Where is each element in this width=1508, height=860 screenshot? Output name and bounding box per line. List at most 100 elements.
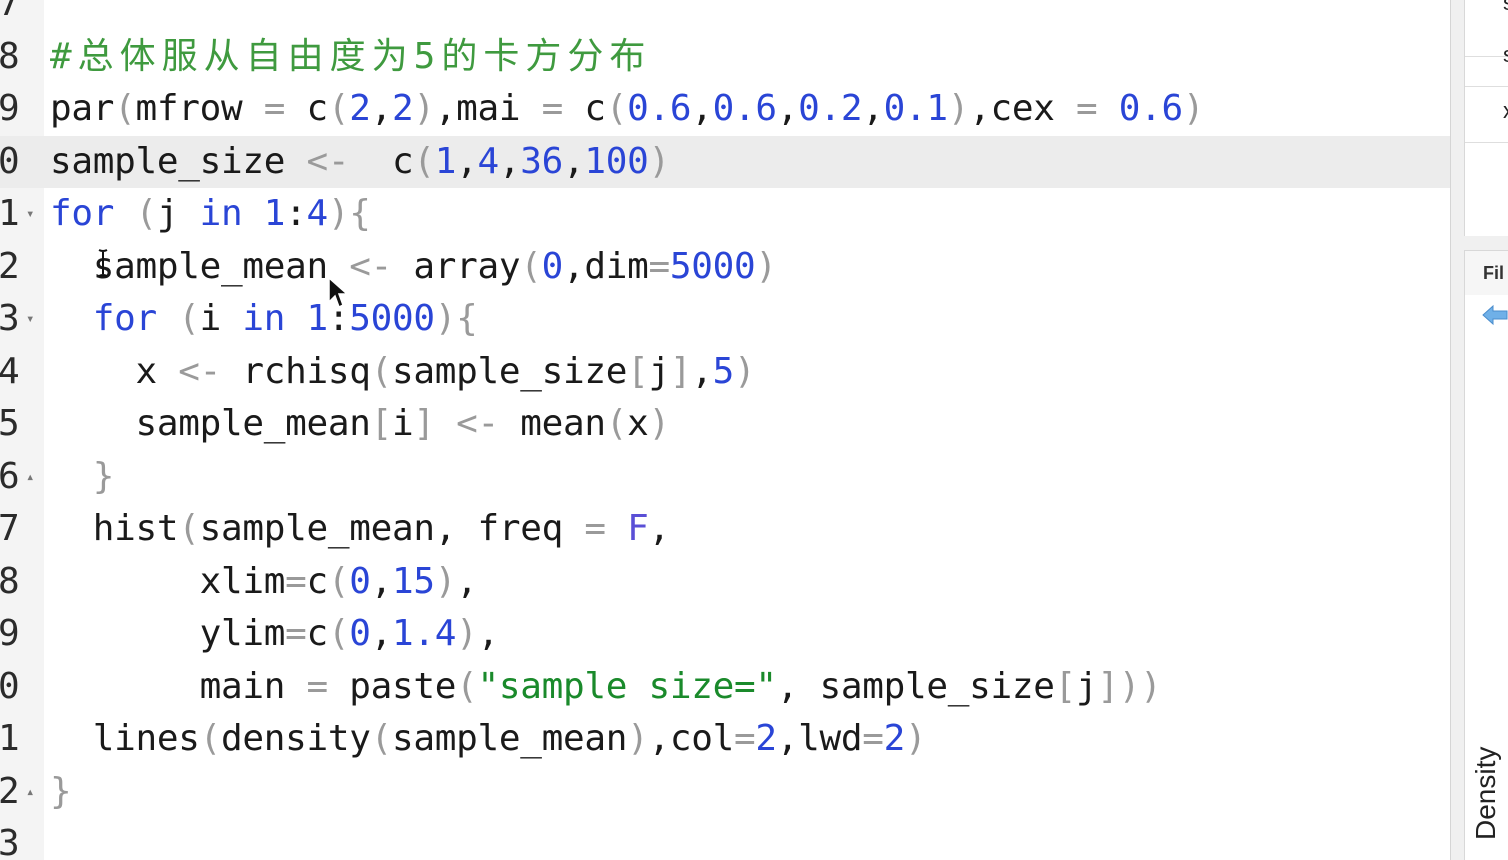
code-token-paren: ) <box>947 88 970 129</box>
code-token-paren: } <box>50 770 72 812</box>
code-token-number: 4 <box>306 193 329 234</box>
code-line[interactable]: 2 ▴} <box>0 766 1450 818</box>
code-line[interactable]: 9 ylim=c(0,1.4), <box>0 608 1450 660</box>
code-text[interactable]: x <- rchisq(sample_size[j],5) <box>50 346 755 398</box>
code-line[interactable]: 8 xlim=c(0,15), <box>0 556 1450 608</box>
code-text[interactable]: sample_size <- c(1,4,36,100) <box>50 136 670 188</box>
line-number: 2 <box>0 770 20 812</box>
code-text[interactable]: sample_mean[i] <- mean(x) <box>50 398 670 450</box>
code-token-default <box>285 298 306 339</box>
code-text[interactable]: #总体服从自由度为5的卡方分布 <box>50 31 651 83</box>
code-token-number: 0 <box>349 560 371 602</box>
code-token-paren: ] <box>413 403 435 444</box>
fold-toggle-icon[interactable]: ▴ <box>26 451 34 503</box>
line-number: 8 <box>0 35 20 77</box>
code-token-default: : <box>285 193 307 234</box>
code-token-paren: ) <box>734 350 756 392</box>
code-line[interactable]: 3 ▾ for (i in 1:5000){ <box>0 293 1450 345</box>
fold-toggle-icon[interactable]: ▾ <box>26 293 34 345</box>
code-text[interactable]: ylim=c(0,1.4), <box>50 608 500 660</box>
code-token-op: <- <box>306 140 350 182</box>
code-token-paren: ( <box>520 245 542 287</box>
code-text[interactable]: lines(density(sample_mean),col=2,lwd=2) <box>50 713 927 765</box>
code-token-default <box>435 403 456 444</box>
code-token-default: , <box>648 508 670 549</box>
code-line[interactable]: 5 sample_mean[i] <- mean(x) <box>0 398 1450 450</box>
code-token-default: , <box>456 560 478 602</box>
code-token-default: x <box>627 403 649 444</box>
code-text[interactable]: } <box>50 766 72 818</box>
env-row-glyph: s <box>1503 42 1508 68</box>
code-token-paren: [ <box>1054 665 1077 707</box>
code-line[interactable]: 4 x <- rchisq(sample_size[j],5) <box>0 346 1450 398</box>
code-line[interactable]: 9 par(mfrow = c(2,2),mai = c(0.6,0.6,0.2,… <box>0 83 1450 135</box>
code-token-op: = <box>285 613 307 654</box>
code-token-paren: { <box>456 298 478 339</box>
code-line[interactable]: 0 main = paste("sample size=", sample_si… <box>0 661 1450 713</box>
code-text[interactable]: } <box>50 451 115 503</box>
mouse-pointer-icon <box>328 276 349 309</box>
code-token-number: 0.6 <box>712 88 777 129</box>
code-token-number: 2 <box>755 718 777 759</box>
code-token-string: "sample size=" <box>477 665 778 707</box>
code-line[interactable]: 1 ▾ for (j in 1:4){ <box>0 188 1450 240</box>
code-token-number: 1 <box>306 298 329 339</box>
code-token-default: mean <box>498 403 606 444</box>
code-token-default: paste <box>327 665 457 707</box>
arrow-left-icon[interactable] <box>1481 303 1508 327</box>
fold-toggle-icon[interactable]: ▾ <box>26 188 34 240</box>
code-token-paren: ) <box>434 298 457 339</box>
code-token-default: , <box>370 560 393 602</box>
code-token-paren: ) <box>1118 665 1141 707</box>
code-text[interactable]: hist(sample_mean, freq = F, <box>50 503 670 555</box>
code-token-default: j <box>1075 665 1098 707</box>
code-line[interactable]: 6 ▴ } <box>0 451 1450 503</box>
code-text[interactable]: par(mfrow = c(2,2),mai = c(0.6,0.6,0.2,0… <box>50 83 1205 135</box>
code-token-paren: ( <box>178 298 200 339</box>
code-text[interactable]: main = paste("sample size=", sample_size… <box>50 661 1162 713</box>
code-token-default: density <box>221 718 371 759</box>
code-token-default: c <box>306 613 329 654</box>
code-token-default: sample_mean <box>50 245 350 287</box>
code-token-number: 5000 <box>669 245 756 287</box>
code-token-default: ,lwd <box>776 718 863 759</box>
code-token-paren: ) <box>413 88 435 129</box>
code-token-number: 4 <box>477 140 500 182</box>
code-token-op: = <box>306 665 329 707</box>
code-token-number: 0.6 <box>1118 88 1183 129</box>
code-line[interactable]: 0 sample_size <- c(1,4,36,100) <box>0 135 1450 188</box>
code-token-number: 1 <box>263 193 286 234</box>
code-token-number: 1 <box>434 140 457 182</box>
code-text[interactable]: xlim=c(0,15), <box>50 556 478 608</box>
code-token-default: main <box>50 665 307 707</box>
code-token-default: sample_mean, freq <box>199 508 585 549</box>
code-token-paren: ) <box>648 140 671 182</box>
code-text[interactable]: for (i in 1:5000){ <box>50 293 478 345</box>
code-text[interactable]: sample_mean <- array(0,dim=5000) <box>50 241 777 293</box>
code-token-paren: ( <box>413 140 435 182</box>
code-line[interactable]: 7 <box>0 0 1450 30</box>
code-token-default: i <box>391 403 414 444</box>
code-line[interactable]: 3 <box>0 818 1450 860</box>
code-line[interactable]: 1 lines(density(sample_mean),col=2,lwd=2… <box>0 713 1450 765</box>
fold-toggle-icon[interactable]: ▴ <box>26 766 34 818</box>
env-row: s <box>1465 30 1508 87</box>
tab-files[interactable]: Fil <box>1483 251 1504 295</box>
code-token-default: sample_size <box>392 350 628 392</box>
code-token-op: = <box>1076 88 1098 129</box>
code-token-paren: } <box>92 455 115 497</box>
code-text[interactable]: for (j in 1:4){ <box>50 188 371 240</box>
code-token-default: , <box>370 88 393 129</box>
code-line[interactable]: 7 hist(sample_mean, freq = F, <box>0 503 1450 555</box>
code-token-default: x <box>50 350 179 392</box>
code-token-paren: { <box>349 193 371 234</box>
code-token-default: , <box>691 88 713 129</box>
code-token-number: 0.2 <box>798 88 863 129</box>
code-token-default: , <box>370 613 393 654</box>
code-token-paren: ) <box>1140 665 1162 707</box>
line-number: 9 <box>0 88 20 129</box>
code-token-number: 2 <box>349 88 371 129</box>
code-line[interactable]: 8 #总体服从自由度为5的卡方分布 <box>0 31 1450 83</box>
code-line[interactable]: 2 sample_mean <- array(0,dim=5000) <box>0 241 1450 293</box>
code-token-op: = <box>263 88 286 129</box>
